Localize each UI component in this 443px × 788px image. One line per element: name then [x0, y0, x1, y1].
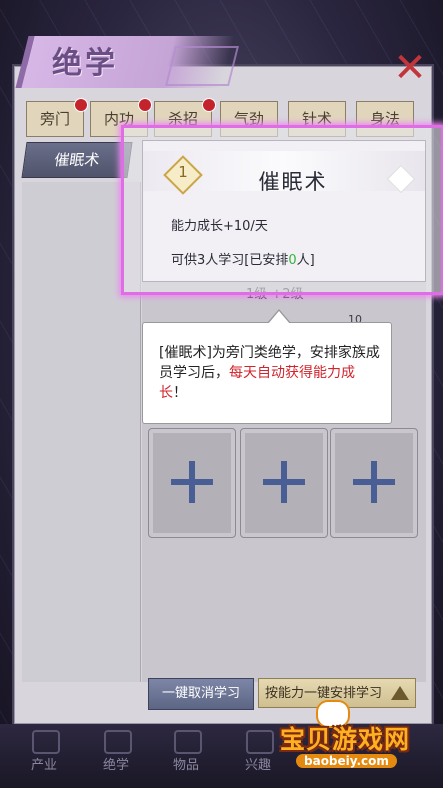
capacity-count: 0 [288, 253, 297, 268]
capacity-text: 可供3人学习[已安排0人] [171, 249, 315, 268]
watermark: 宝贝游戏网 baobeiy.com [262, 700, 422, 770]
capacity-prefix: 可供3人学习[已安排 [171, 253, 289, 268]
skill-card: 1 催眠术 能力成长+10/天 可供3人学习[已安排0人] [121, 125, 443, 295]
skill-card-inner: 1 催眠术 能力成长+10/天 可供3人学习[已安排0人] [142, 140, 426, 282]
alert-dot [138, 98, 152, 112]
capacity-suffix: 人] [296, 253, 315, 268]
learner-slot[interactable] [240, 428, 328, 538]
nav-icon-skills [104, 730, 132, 754]
plus-icon-stroke [371, 461, 377, 503]
skill-name: 催眠术 [258, 170, 328, 194]
auto-arrange-label: 按能力一键安排学习 [265, 686, 383, 701]
skill-list-item-selected[interactable]: 催眠术 [21, 142, 133, 178]
close-icon[interactable]: ✕ [392, 48, 428, 88]
rank-number: 1 [178, 163, 188, 181]
tab-pangmen[interactable]: 旁门 [26, 98, 88, 137]
triangle-up-icon [391, 686, 409, 700]
skill-tooltip: [催眠术]为旁门类绝学，安排家族成员学习后，每天自动获得能力成长！ [142, 309, 392, 424]
plus-icon-stroke [281, 461, 287, 503]
alert-dot [74, 98, 88, 112]
tooltip-text: [催眠术]为旁门类绝学，安排家族成员学习后，每天自动获得能力成长！ [159, 343, 381, 403]
watermark-text: 宝贝游戏网 [280, 725, 411, 754]
nav-item-skills[interactable]: 绝学 [86, 754, 146, 773]
tab-label: 旁门 [39, 110, 70, 128]
tooltip-suffix: ！ [173, 385, 187, 401]
name-band: 1 催眠术 [143, 151, 425, 195]
nav-icon-industry [32, 730, 60, 754]
nav-item-industry[interactable]: 产业 [14, 754, 74, 773]
plus-icon-stroke [189, 461, 195, 503]
learner-slot[interactable] [148, 428, 236, 538]
page-title: 绝学 [52, 46, 118, 81]
title-accent [165, 46, 239, 86]
diamond-deco-icon [386, 164, 416, 194]
watermark-url: baobeiy.com [296, 754, 397, 768]
growth-text: 能力成长+10/天 [171, 219, 268, 234]
cancel-all-learning-button[interactable]: 一键取消学习 [148, 678, 254, 710]
nav-icon-items [174, 730, 202, 754]
learner-slot[interactable] [330, 428, 418, 538]
alert-dot [202, 98, 216, 112]
nav-item-items[interactable]: 物品 [156, 754, 216, 773]
